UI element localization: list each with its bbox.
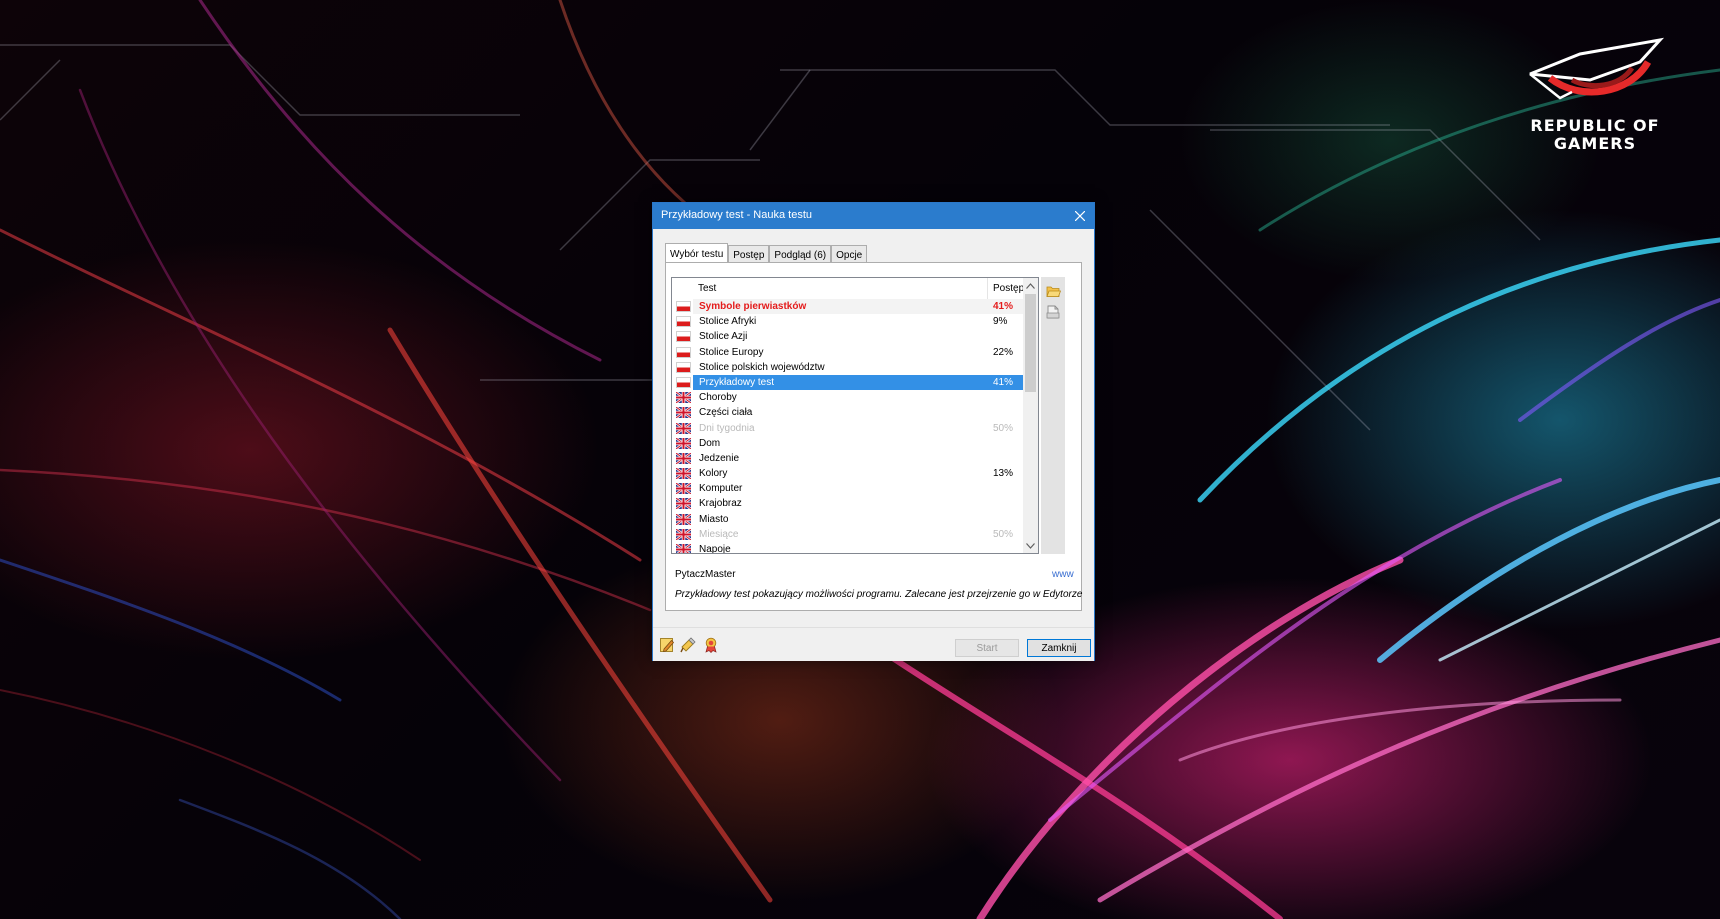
close-icon — [1075, 211, 1085, 221]
test-name: Stolice Azji — [699, 331, 748, 343]
award-icon — [705, 637, 717, 653]
pl-flag-icon — [676, 346, 691, 358]
list-item[interactable]: Miesiące 50% — [672, 527, 1025, 542]
edit-button[interactable] — [659, 637, 675, 653]
pl-flag-icon — [676, 361, 691, 373]
list-item[interactable]: Miasto — [672, 512, 1025, 527]
test-progress: 41% — [993, 376, 1014, 388]
test-progress: 22% — [993, 346, 1014, 358]
tab-bar: Wybór testu Postęp Podgląd (6) Opcje — [665, 243, 868, 265]
uk-flag-icon — [676, 498, 691, 510]
list-item[interactable]: Dom — [672, 436, 1025, 451]
document-icon — [1046, 305, 1060, 319]
test-name: Symbole pierwiastków — [699, 301, 807, 312]
list-scrollbar[interactable] — [1023, 278, 1038, 553]
test-name: Stolice Afryki — [699, 316, 757, 328]
list-item[interactable]: Krajobraz — [672, 496, 1025, 511]
close-button[interactable]: Zamknij — [1027, 639, 1091, 657]
rog-logo-line2: GAMERS — [1553, 134, 1637, 153]
test-name: Kolory — [699, 468, 728, 480]
rog-eye-icon — [1529, 37, 1665, 100]
list-item[interactable]: Stolice Azji — [672, 329, 1025, 344]
pl-flag-icon — [676, 316, 691, 328]
tools-button[interactable] — [680, 637, 696, 653]
test-name: Przykładowy test — [699, 376, 775, 388]
quiz-window: Przykładowy test - Nauka testu Wybór tes… — [652, 202, 1095, 661]
side-tool-panel — [1041, 277, 1065, 554]
test-name: Napoje — [699, 544, 731, 554]
list-header: Test Postęp — [693, 278, 1025, 300]
list-item[interactable]: Stolice polskich województw — [672, 360, 1025, 375]
uk-flag-icon — [676, 422, 691, 434]
uk-flag-icon — [676, 544, 691, 553]
list-item[interactable]: Kolory 13% — [672, 466, 1025, 481]
uk-flag-icon — [676, 407, 691, 419]
test-list[interactable]: Test Postęp Symbole pierwiastków 41% Sto… — [671, 277, 1039, 554]
uk-flag-icon — [676, 468, 691, 480]
window-close-button[interactable] — [1066, 203, 1094, 229]
window-title: Przykładowy test - Nauka testu — [661, 209, 813, 221]
test-name: Stolice Europy — [699, 346, 764, 358]
uk-flag-icon — [676, 392, 691, 404]
chevron-up-icon — [1026, 282, 1035, 289]
test-progress: 41% — [993, 301, 1014, 312]
uk-flag-icon — [676, 528, 691, 540]
award-button[interactable] — [703, 637, 719, 653]
uk-flag-icon — [676, 437, 691, 449]
test-name: Dom — [699, 437, 721, 449]
list-item-selected[interactable]: Przykładowy test 41% — [672, 374, 1025, 390]
list-item[interactable]: Choroby — [672, 390, 1025, 405]
rog-logo-line1: REPUBLIC OF — [1530, 116, 1660, 135]
test-name: Krajobraz — [699, 498, 742, 510]
test-document-button[interactable] — [1044, 303, 1062, 321]
pl-flag-icon — [676, 301, 691, 312]
www-link[interactable]: www — [1052, 569, 1074, 580]
list-item[interactable]: Stolice Europy 22% — [672, 345, 1025, 360]
chevron-down-icon — [1026, 542, 1035, 549]
test-name: Części ciała — [699, 407, 753, 419]
list-item[interactable]: Napoje — [672, 542, 1025, 554]
scroll-thumb[interactable] — [1025, 294, 1036, 392]
column-header-test[interactable]: Test — [693, 278, 988, 299]
edit-icon — [660, 638, 675, 653]
list-item[interactable]: Części ciała — [672, 405, 1025, 420]
pl-flag-icon — [676, 376, 691, 388]
uk-flag-icon — [676, 452, 691, 464]
list-rows: Symbole pierwiastków 41% Stolice Afryki … — [672, 299, 1025, 554]
test-progress: 50% — [993, 422, 1014, 434]
test-description: Przykładowy test pokazujący możliwości p… — [675, 589, 1083, 600]
test-progress: 13% — [993, 468, 1014, 480]
uk-flag-icon — [676, 513, 691, 525]
test-name: Dni tygodnia — [699, 422, 755, 434]
open-test-button[interactable] — [1044, 282, 1062, 300]
test-name: Miasto — [699, 513, 729, 525]
uk-flag-icon — [676, 483, 691, 495]
app-name: PytaczMaster — [675, 569, 736, 580]
test-progress: 9% — [993, 316, 1008, 328]
bottom-bar: Start Zamknij — [653, 627, 1094, 661]
test-name: Jedzenie — [699, 452, 740, 464]
scroll-down-button[interactable] — [1023, 538, 1038, 553]
list-item[interactable]: Dni tygodnia 50% — [672, 421, 1025, 436]
rog-logo: REPUBLIC OF GAMERS — [1500, 32, 1690, 172]
test-name: Stolice polskich województw — [699, 361, 825, 373]
column-header-progress[interactable]: Postęp — [988, 278, 1025, 299]
list-item[interactable]: Stolice Afryki 9% — [672, 314, 1025, 329]
list-item[interactable]: Jedzenie — [672, 451, 1025, 466]
title-bar[interactable]: Przykładowy test - Nauka testu — [653, 203, 1094, 229]
scroll-up-button[interactable] — [1023, 278, 1038, 293]
test-name: Miesiące — [699, 528, 739, 540]
list-item[interactable]: Symbole pierwiastków 41% — [672, 299, 1025, 314]
test-name: Choroby — [699, 392, 737, 404]
list-item[interactable]: Komputer — [672, 481, 1025, 496]
test-progress: 50% — [993, 528, 1014, 540]
test-name: Komputer — [699, 483, 743, 495]
tools-icon — [680, 637, 696, 653]
folder-open-icon — [1045, 286, 1061, 297]
start-button[interactable]: Start — [955, 639, 1019, 657]
pl-flag-icon — [676, 331, 691, 343]
